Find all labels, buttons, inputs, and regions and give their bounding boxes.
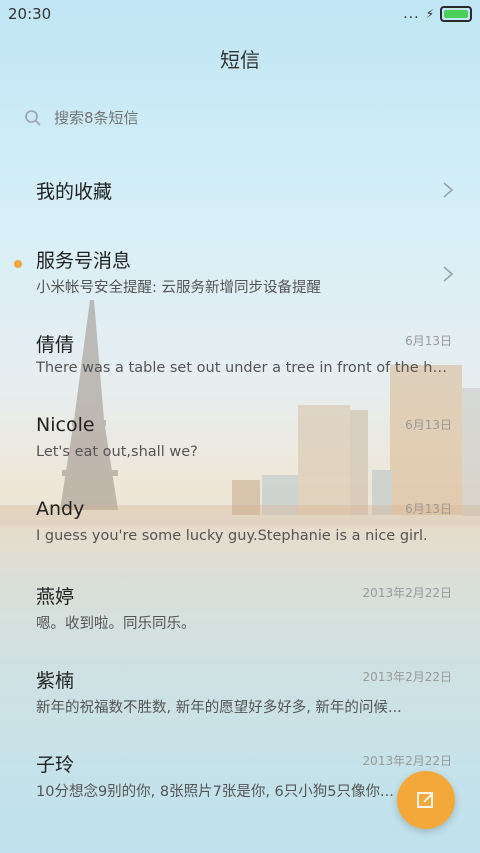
signal-dots-icon: ... [403,6,420,22]
conversation-preview: There was a table set out under a tree i… [36,360,454,376]
conversation-name: Andy [36,498,85,520]
page-title: 短信 [220,47,260,72]
title-bar: 短信 [0,28,480,88]
compose-icon [417,792,434,808]
unread-indicator [14,260,22,268]
conversation-date: 6月13日 [405,502,452,516]
chevron-right-icon [443,266,454,282]
conversation-preview: I guess you're some lucky guy.Stephanie … [36,528,428,544]
conversation-preview: 10分想念9别的你, 8张照片7张是你, 6只小狗5只像你... [36,784,394,800]
conversation-name: 服务号消息 [36,250,132,272]
conversation-item[interactable]: 紫楠 2013年2月22日 新年的祝福数不胜数, 新年的愿望好多好多, 新年的问… [0,652,480,736]
conversation-item[interactable]: 倩倩 6月13日 There was a table set out under… [0,316,480,400]
conversation-name: 子玲 [36,754,75,776]
favorites-row[interactable]: 我的收藏 [0,148,480,232]
conversation-preview: 嗯。收到啦。同乐同乐。 [36,616,196,632]
conversation-date: 6月13日 [405,334,452,348]
conversation-name: 紫楠 [36,670,75,692]
search-bar[interactable] [0,88,480,148]
conversation-item[interactable]: Nicole 6月13日 Let's eat out,shall we? [0,400,480,484]
conversation-item-service[interactable]: 服务号消息 小米帐号安全提醒: 云服务新增同步设备提醒 [0,232,480,316]
conversation-date: 2013年2月22日 [362,670,452,684]
conversation-date: 2013年2月22日 [362,754,452,768]
conversation-name: Nicole [36,414,95,436]
status-bar: 20:30 ... ⚡ [0,0,480,28]
conversation-preview: 新年的祝福数不胜数, 新年的愿望好多好多, 新年的问候... [36,700,402,716]
conversation-item[interactable]: 燕婷 2013年2月22日 嗯。收到啦。同乐同乐。 [0,568,480,652]
compose-button[interactable] [397,771,455,829]
clock: 20:30 [8,5,52,23]
favorites-label: 我的收藏 [36,180,113,203]
conversation-name: 燕婷 [36,586,75,608]
chevron-right-icon [443,182,454,198]
conversation-date: 2013年2月22日 [362,586,452,600]
search-input[interactable] [52,108,376,128]
conversation-preview: 小米帐号安全提醒: 云服务新增同步设备提醒 [36,280,321,296]
battery-icon [440,6,472,22]
search-icon [25,110,41,126]
conversation-preview: Let's eat out,shall we? [36,444,198,460]
conversation-date: 6月13日 [405,418,452,432]
conversation-list: 我的收藏 服务号消息 小米帐号安全提醒: 云服务新增同步设备提醒 倩倩 6月13… [0,148,480,820]
charging-icon: ⚡ [425,7,434,21]
conversation-item[interactable]: Andy 6月13日 I guess you're some lucky guy… [0,484,480,568]
conversation-name: 倩倩 [36,334,75,356]
